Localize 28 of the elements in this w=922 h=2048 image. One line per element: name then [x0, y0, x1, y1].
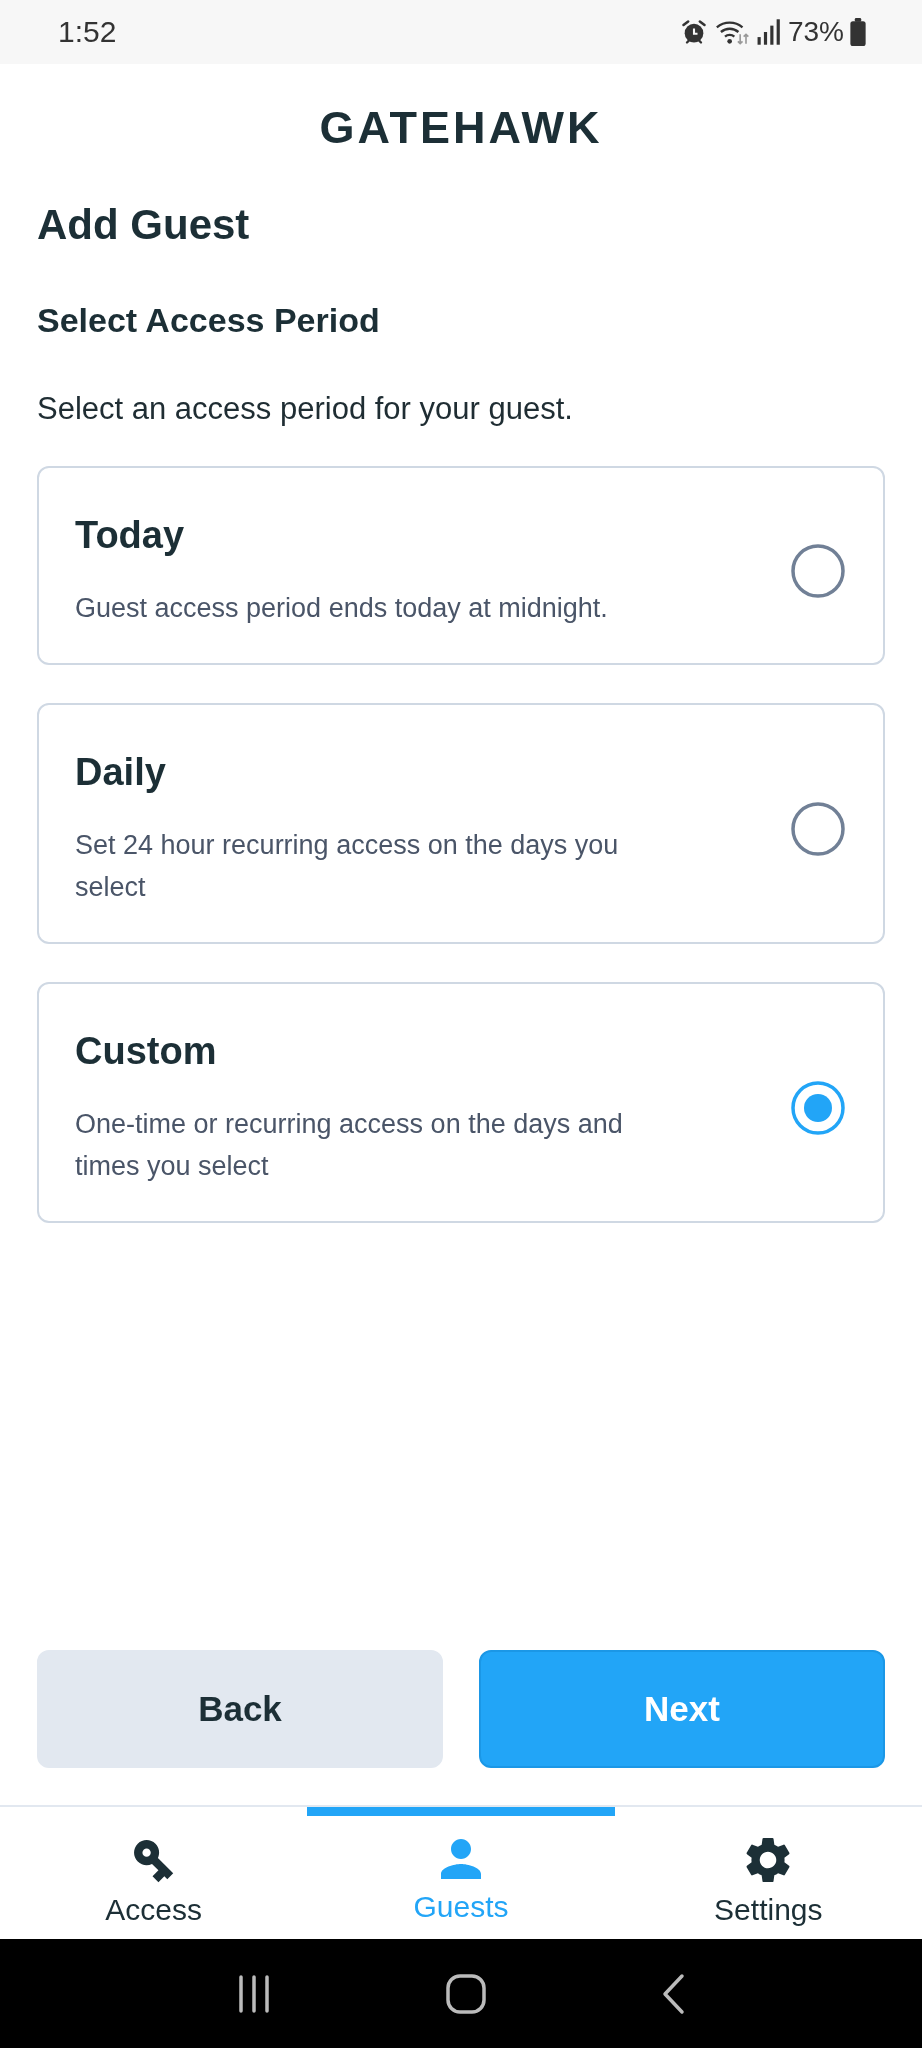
wifi-icon — [713, 18, 750, 46]
section-title: Select Access Period — [37, 301, 381, 339]
person-icon — [441, 1839, 481, 1879]
nav-tab[interactable]: Settings — [614, 1807, 922, 1939]
radio-button-icon[interactable] — [791, 544, 845, 598]
radio-button-icon[interactable] — [791, 1081, 845, 1135]
option-card[interactable]: Daily Set 24 hour recurring access on the days you select — [37, 703, 885, 944]
option-card[interactable]: Today Guest access period ends today at midnight. — [37, 466, 885, 665]
option-description: One-time or recurring access on the days and times you select — [75, 1108, 624, 1183]
signal-icon — [755, 18, 782, 46]
option-description: Set 24 hour recurring access on the days you select — [75, 829, 620, 904]
radio-button-icon[interactable] — [791, 802, 845, 856]
settings-icon — [745, 1837, 792, 1883]
app-logo: GATEHAWK — [319, 104, 603, 150]
status-time: 1:52 — [58, 15, 117, 49]
home-icon[interactable] — [445, 1972, 487, 2015]
back-button[interactable]: Back — [37, 1650, 443, 1768]
instruction-text: Select an access period for your guest. — [37, 391, 574, 427]
option-title: Custom — [75, 1029, 217, 1073]
option-description: Guest access period ends today at midnight. — [75, 592, 608, 625]
nav-tab[interactable]: Access — [0, 1807, 308, 1939]
option-title: Daily — [75, 750, 166, 794]
alarm-icon — [679, 18, 708, 46]
option-title: Today — [75, 513, 185, 557]
option-card[interactable]: Custom One-time or recurring access on the days and times you select — [37, 982, 885, 1223]
battery-icon — [850, 18, 866, 46]
battery-percent: 73% — [787, 16, 844, 48]
page-title: Add Guest — [37, 202, 251, 248]
